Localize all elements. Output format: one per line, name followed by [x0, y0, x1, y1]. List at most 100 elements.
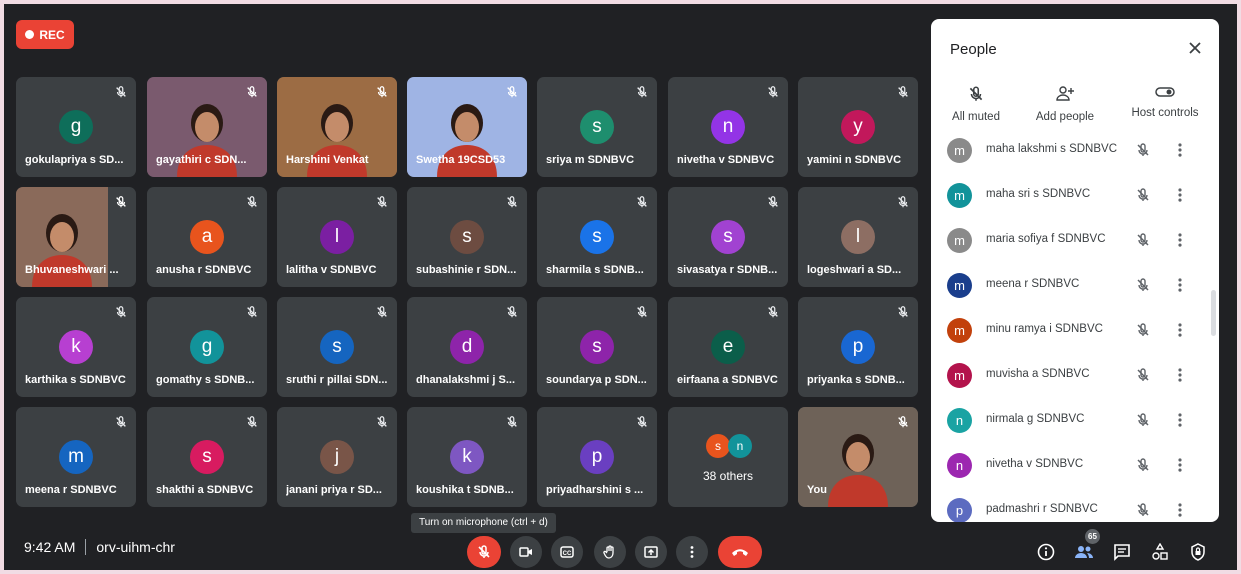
participant-tile[interactable]: m meena r SDNBVC [16, 407, 136, 507]
participant-name: priyadharshini s ... [546, 484, 644, 496]
participant-row[interactable]: n nirmala g SDNBVC [931, 398, 1219, 443]
shield-lock-icon [1191, 543, 1205, 561]
participant-tile[interactable]: Bhuvaneshwari ... [16, 187, 136, 287]
participant-tile[interactable]: l lalitha v SDNBVC [277, 187, 397, 287]
recording-badge: REC [16, 20, 74, 49]
mic-off-icon[interactable] [1135, 232, 1151, 248]
participant-name: dhanalakshmi j S... [416, 374, 516, 386]
info-icon [1037, 543, 1055, 561]
participant-tile[interactable]: You [798, 407, 918, 507]
add-people-control[interactable]: Add people [1020, 85, 1110, 123]
participant-name: maria sofiya f SDNBVC [986, 233, 1106, 245]
participant-tile[interactable]: Swetha 19CSD53 [407, 77, 527, 177]
camera-toggle-button[interactable] [510, 536, 542, 568]
mic-off-icon [375, 85, 389, 99]
more-vert-icon[interactable] [1171, 231, 1189, 249]
participant-row[interactable]: n nivetha v SDNBVC [931, 443, 1219, 488]
participant-name: gokulapriya s SD... [25, 154, 124, 166]
participant-row[interactable]: m maha lakshmi s SDNBVC [931, 137, 1219, 173]
svg-text:CC: CC [563, 551, 572, 557]
participant-row[interactable]: m maria sofiya f SDNBVC [931, 218, 1219, 263]
mic-off-icon[interactable] [1135, 142, 1151, 158]
participant-list[interactable]: m maha lakshmi s SDNBVC m maha sri s SDNBVC… [931, 137, 1219, 522]
participant-name: padmashri r SDNBVC [986, 503, 1098, 515]
participant-name: karthika s SDNBVC [25, 374, 126, 386]
meeting-code[interactable]: orv-uihm-chr [96, 539, 175, 555]
mic-off-icon [896, 85, 910, 99]
participant-row[interactable]: p padmashri r SDNBVC [931, 488, 1219, 522]
mic-off-icon[interactable] [1135, 322, 1151, 338]
mic-off-icon [896, 305, 910, 319]
host-controls-button[interactable] [1186, 540, 1210, 564]
others-tile[interactable]: s n 38 others [668, 407, 788, 507]
more-vert-icon[interactable] [1171, 141, 1189, 159]
participant-tile[interactable]: s sharmila s SDNB... [537, 187, 657, 287]
participant-tile[interactable]: gayathiri c SDN... [147, 77, 267, 177]
mic-off-icon[interactable] [1135, 367, 1151, 383]
participant-tile[interactable]: l logeshwari a SD... [798, 187, 918, 287]
all-muted-control[interactable]: All muted [931, 85, 1021, 123]
hang-up-icon [732, 549, 748, 556]
mic-off-icon[interactable] [1135, 457, 1151, 473]
more-vert-icon[interactable] [1171, 501, 1189, 519]
chat-button[interactable] [1110, 540, 1134, 564]
mic-off-icon[interactable] [1135, 412, 1151, 428]
more-options-button[interactable] [676, 536, 708, 568]
mic-toggle-button[interactable] [467, 536, 501, 568]
more-vert-icon[interactable] [1171, 276, 1189, 294]
host-controls-control[interactable]: Host controls [1120, 85, 1210, 119]
participant-tile[interactable]: s sivasatya r SDNB... [668, 187, 788, 287]
avatar: a [190, 220, 224, 254]
participant-row[interactable]: m maha sri s SDNBVC [931, 173, 1219, 218]
participant-name: shakthi a SDNBVC [156, 484, 254, 496]
mic-off-icon [245, 85, 259, 99]
participant-tile[interactable]: s soundarya p SDN... [537, 297, 657, 397]
participant-tile[interactable]: k koushika t SDNB... [407, 407, 527, 507]
close-icon [1189, 42, 1201, 54]
captions-button[interactable]: CC [551, 536, 583, 568]
present-button[interactable] [635, 536, 667, 568]
participant-tile[interactable]: p priyanka s SDNB... [798, 297, 918, 397]
participant-row[interactable]: m muvisha a SDNBVC [931, 353, 1219, 398]
participant-tile[interactable]: e eirfaana a SDNBVC [668, 297, 788, 397]
avatar: s [450, 220, 484, 254]
meeting-details-button[interactable] [1034, 540, 1058, 564]
participant-tile[interactable]: s sriya m SDNBVC [537, 77, 657, 177]
participant-tile[interactable]: j janani priya r SD... [277, 407, 397, 507]
mic-off-icon [766, 305, 780, 319]
avatar: l [320, 220, 354, 254]
panel-scrollbar[interactable] [1211, 290, 1216, 336]
participant-tile[interactable]: g gomathy s SDNB... [147, 297, 267, 397]
close-panel-button[interactable] [1184, 37, 1206, 59]
avatar: n [728, 434, 752, 458]
participant-tile[interactable]: g gokulapriya s SD... [16, 77, 136, 177]
participant-tile[interactable]: d dhanalakshmi j S... [407, 297, 527, 397]
mic-off-icon[interactable] [1135, 502, 1151, 518]
participant-row[interactable]: m minu ramya i SDNBVC [931, 308, 1219, 353]
participant-tile[interactable]: s subashinie r SDN... [407, 187, 527, 287]
more-vert-icon[interactable] [1171, 186, 1189, 204]
more-vert-icon[interactable] [1171, 321, 1189, 339]
more-vert-icon[interactable] [1171, 366, 1189, 384]
participant-tile[interactable]: k karthika s SDNBVC [16, 297, 136, 397]
avatar: m [947, 183, 972, 208]
participant-tile[interactable]: y yamini n SDNBVC [798, 77, 918, 177]
leave-call-button[interactable] [718, 536, 762, 568]
mic-off-icon[interactable] [1135, 277, 1151, 293]
meeting-time: 9:42 AM [24, 539, 76, 555]
avatar: g [59, 110, 93, 144]
participant-tile[interactable]: a anusha r SDNBVC [147, 187, 267, 287]
mic-off-icon [969, 86, 983, 101]
more-vert-icon[interactable] [1171, 411, 1189, 429]
participant-tile[interactable]: Harshini Venkat [277, 77, 397, 177]
participant-row[interactable]: m meena r SDNBVC [931, 263, 1219, 308]
raise-hand-button[interactable] [594, 536, 626, 568]
participant-tile[interactable]: n nivetha v SDNBVC [668, 77, 788, 177]
participant-tile[interactable]: s shakthi a SDNBVC [147, 407, 267, 507]
participant-tile[interactable]: s sruthi r pillai SDN... [277, 297, 397, 397]
all-muted-label: All muted [952, 111, 1000, 123]
mic-off-icon[interactable] [1135, 187, 1151, 203]
activities-button[interactable] [1148, 540, 1172, 564]
more-vert-icon[interactable] [1171, 456, 1189, 474]
participant-tile[interactable]: p priyadharshini s ... [537, 407, 657, 507]
